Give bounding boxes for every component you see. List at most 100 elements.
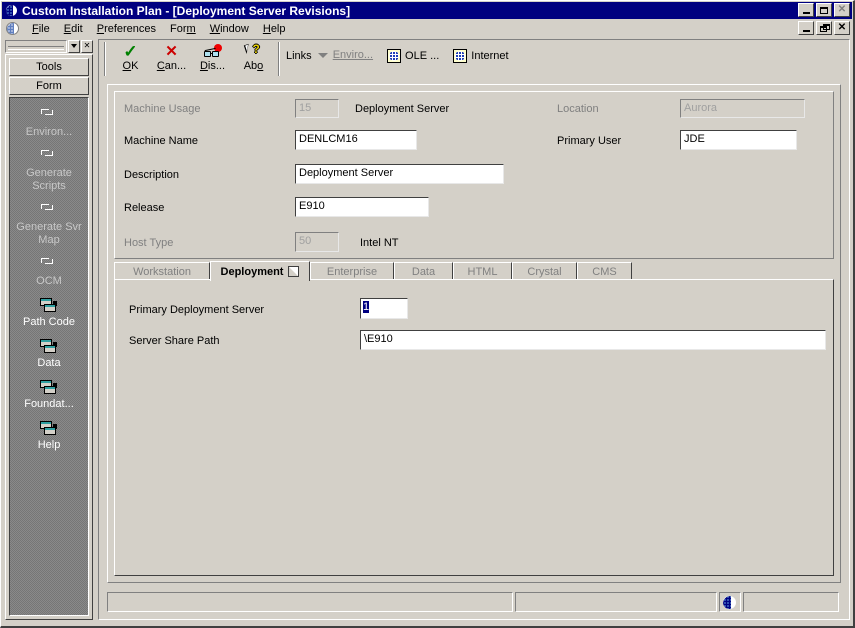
- left-panel-tab-form-label: Form: [36, 80, 62, 92]
- nav-item-data[interactable]: Data: [10, 329, 88, 370]
- tab-workstation[interactable]: Workstation: [114, 262, 210, 280]
- corner-glyph-icon: [38, 202, 60, 218]
- tab-strip: Workstation Deployment Enterprise Data H…: [114, 261, 834, 281]
- nav-item-ocm[interactable]: OCM: [10, 247, 88, 288]
- description-label: Description: [124, 169, 180, 181]
- close-icon[interactable]: ✕: [81, 39, 93, 53]
- tab-panel-deployment: Primary Deployment Server 1 Server Share…: [114, 279, 834, 576]
- description-field[interactable]: Deployment Server: [295, 164, 504, 184]
- form-area: Machine Usage 15 Deployment Server Locat…: [107, 84, 841, 583]
- machine-name-field[interactable]: DENLCM16: [295, 130, 417, 150]
- ie-document-icon: [453, 49, 468, 63]
- menu-item-form[interactable]: Form: [163, 21, 203, 37]
- tab-cms-label: CMS: [592, 265, 617, 278]
- nav-item-environ-label: Environ...: [25, 126, 73, 138]
- toolbar: ✓ OK ✕ Can... Dis... ? Abo Links Enviro.…: [100, 41, 848, 79]
- tab-deployment-label: Deployment: [220, 265, 284, 278]
- nav-item-generate-scripts-label: Generate Scripts: [26, 167, 72, 192]
- tab-deployment[interactable]: Deployment: [210, 261, 310, 281]
- menu-item-edit[interactable]: Edit: [57, 21, 90, 37]
- stacked-windows-icon: [38, 338, 60, 354]
- menu-item-file[interactable]: File: [25, 21, 57, 37]
- menu-item-preferences[interactable]: Preferences: [90, 21, 163, 37]
- tab-html-label: HTML: [467, 265, 498, 278]
- corner-glyph-icon: [38, 107, 60, 123]
- link-ole[interactable]: OLE ...: [387, 41, 439, 63]
- tab-crystal[interactable]: Crystal: [512, 262, 577, 280]
- application-window: Custom Installation Plan - [Deployment S…: [0, 0, 855, 628]
- cancel-button[interactable]: ✕ Can...: [151, 42, 192, 76]
- mdi-restore-button[interactable]: [816, 21, 832, 35]
- green-check-icon: ✓: [123, 42, 138, 61]
- left-panel: Tools Form Environ... Generate Scripts G…: [5, 54, 93, 620]
- release-field[interactable]: E910: [295, 197, 429, 217]
- tab-enterprise[interactable]: Enterprise: [310, 262, 394, 280]
- about-button[interactable]: ? Abo: [233, 42, 274, 76]
- menu-bar: File Edit Preferences Form Window Help ✕: [2, 19, 852, 38]
- tab-crystal-label: Crystal: [527, 265, 562, 278]
- chevron-down-icon[interactable]: [68, 39, 80, 53]
- menu-item-window[interactable]: Window: [203, 21, 256, 37]
- host-type-description: Intel NT: [360, 237, 399, 249]
- mdi-close-button[interactable]: ✕: [834, 21, 850, 35]
- host-type-field[interactable]: 50: [295, 232, 339, 252]
- status-pane-secondary: [514, 592, 717, 612]
- glasses-balloon-icon: [192, 42, 233, 61]
- tab-cms[interactable]: CMS: [577, 262, 632, 280]
- left-panel-tab-form[interactable]: Form: [9, 77, 89, 95]
- title-bar: Custom Installation Plan - [Deployment S…: [2, 2, 852, 19]
- tab-data[interactable]: Data: [394, 262, 453, 280]
- nav-item-environ[interactable]: Environ...: [10, 98, 88, 139]
- link-internet[interactable]: Internet: [453, 41, 509, 63]
- corner-glyph-icon: [38, 256, 60, 272]
- menu-item-help[interactable]: Help: [256, 21, 293, 37]
- nav-item-help-label: Help: [37, 439, 61, 451]
- status-pane-main: [107, 592, 513, 612]
- stacked-windows-icon: [38, 420, 60, 436]
- nav-item-generate-svr-map[interactable]: Generate Svr Map: [10, 193, 88, 247]
- left-panel-tab-tools-label: Tools: [36, 61, 62, 73]
- server-share-path-field[interactable]: \E910: [360, 330, 826, 350]
- primary-deployment-server-label: Primary Deployment Server: [129, 304, 265, 316]
- left-panel-nav-list: Environ... Generate Scripts Generate Svr…: [9, 97, 89, 616]
- machine-usage-description: Deployment Server: [355, 103, 450, 115]
- nav-item-path-code[interactable]: Path Code: [10, 288, 88, 329]
- link-environment[interactable]: Enviro...: [317, 41, 374, 61]
- globe-icon: [718, 592, 741, 612]
- tab-html[interactable]: HTML: [453, 262, 512, 280]
- primary-user-label: Primary User: [557, 135, 622, 147]
- release-label: Release: [124, 202, 165, 214]
- display-button[interactable]: Dis...: [192, 42, 233, 76]
- maximize-button[interactable]: [816, 3, 832, 17]
- mdi-minimize-button[interactable]: [798, 21, 814, 35]
- ok-button[interactable]: ✓ OK: [110, 42, 151, 76]
- toolbar-separator: [278, 42, 280, 76]
- corner-glyph-icon: [38, 148, 60, 164]
- primary-user-field[interactable]: JDE: [680, 130, 797, 150]
- page-corner-icon: [288, 266, 300, 277]
- red-x-icon: ✕: [165, 43, 178, 60]
- ie-document-icon: [387, 49, 402, 63]
- nav-item-foundation[interactable]: Foundat...: [10, 370, 88, 411]
- nav-item-ocm-label: OCM: [36, 275, 62, 287]
- document-globe-icon[interactable]: [6, 22, 19, 35]
- panel-selector-combo[interactable]: [5, 39, 67, 53]
- links-label: Links: [286, 50, 312, 62]
- left-panel-combo-strip: ✕: [5, 39, 93, 53]
- left-panel-tab-tools[interactable]: Tools: [9, 58, 89, 76]
- location-field[interactable]: Aurora: [680, 99, 805, 118]
- nav-item-generate-svr-map-label: Generate Svr Map: [16, 221, 82, 246]
- link-environment-label: Enviro...: [332, 49, 374, 61]
- machine-usage-field[interactable]: 15: [295, 99, 339, 118]
- machine-usage-label: Machine Usage: [124, 103, 201, 115]
- machine-name-label: Machine Name: [124, 135, 198, 147]
- header-group: Machine Usage 15 Deployment Server Locat…: [114, 91, 834, 259]
- nav-item-generate-scripts[interactable]: Generate Scripts: [10, 139, 88, 193]
- close-button[interactable]: ✕: [834, 3, 850, 17]
- nav-item-help[interactable]: Help: [10, 411, 88, 452]
- mdi-child-window: ✓ OK ✕ Can... Dis... ? Abo Links Enviro.…: [98, 39, 850, 620]
- primary-deployment-server-field[interactable]: 1: [360, 298, 408, 319]
- link-ole-label: OLE ...: [405, 50, 440, 62]
- link-internet-label: Internet: [471, 50, 509, 62]
- minimize-button[interactable]: [798, 3, 814, 17]
